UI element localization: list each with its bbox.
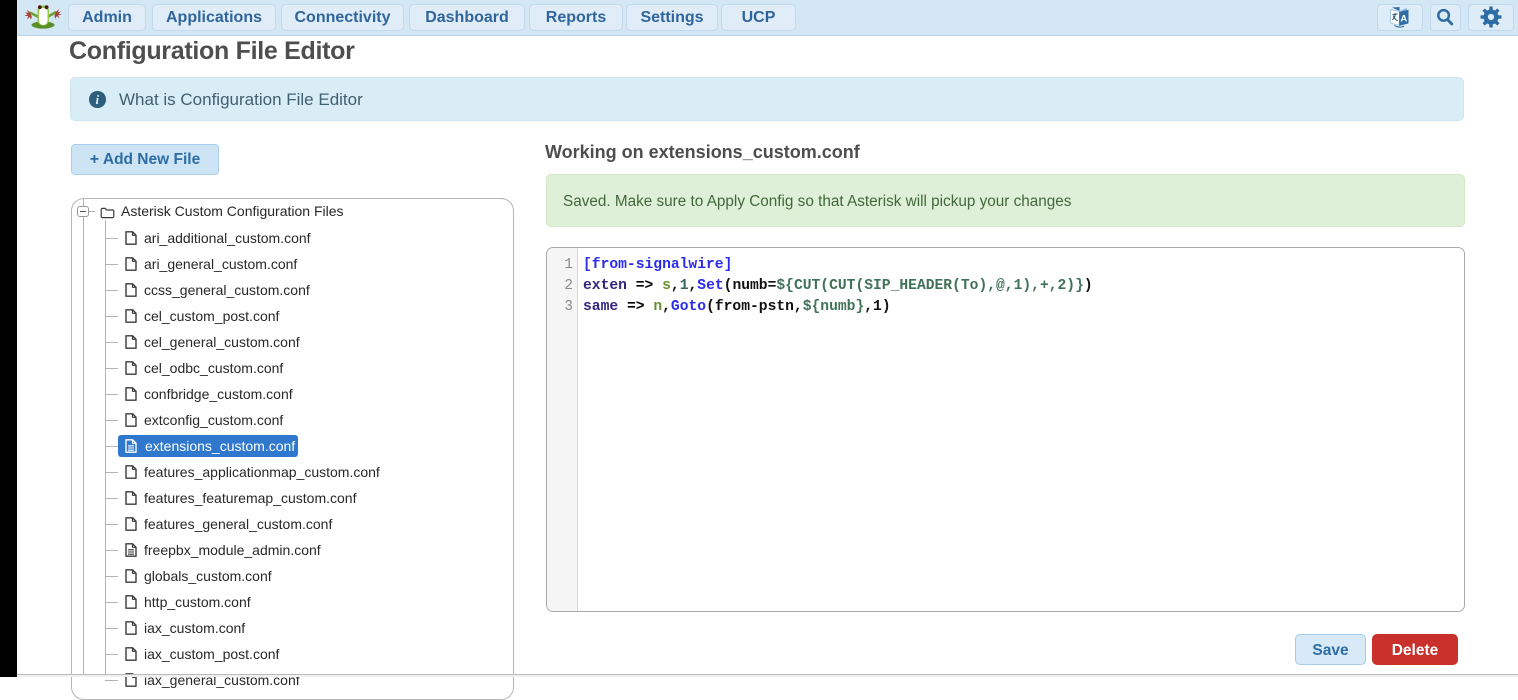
svg-text:A: A	[1400, 14, 1407, 25]
